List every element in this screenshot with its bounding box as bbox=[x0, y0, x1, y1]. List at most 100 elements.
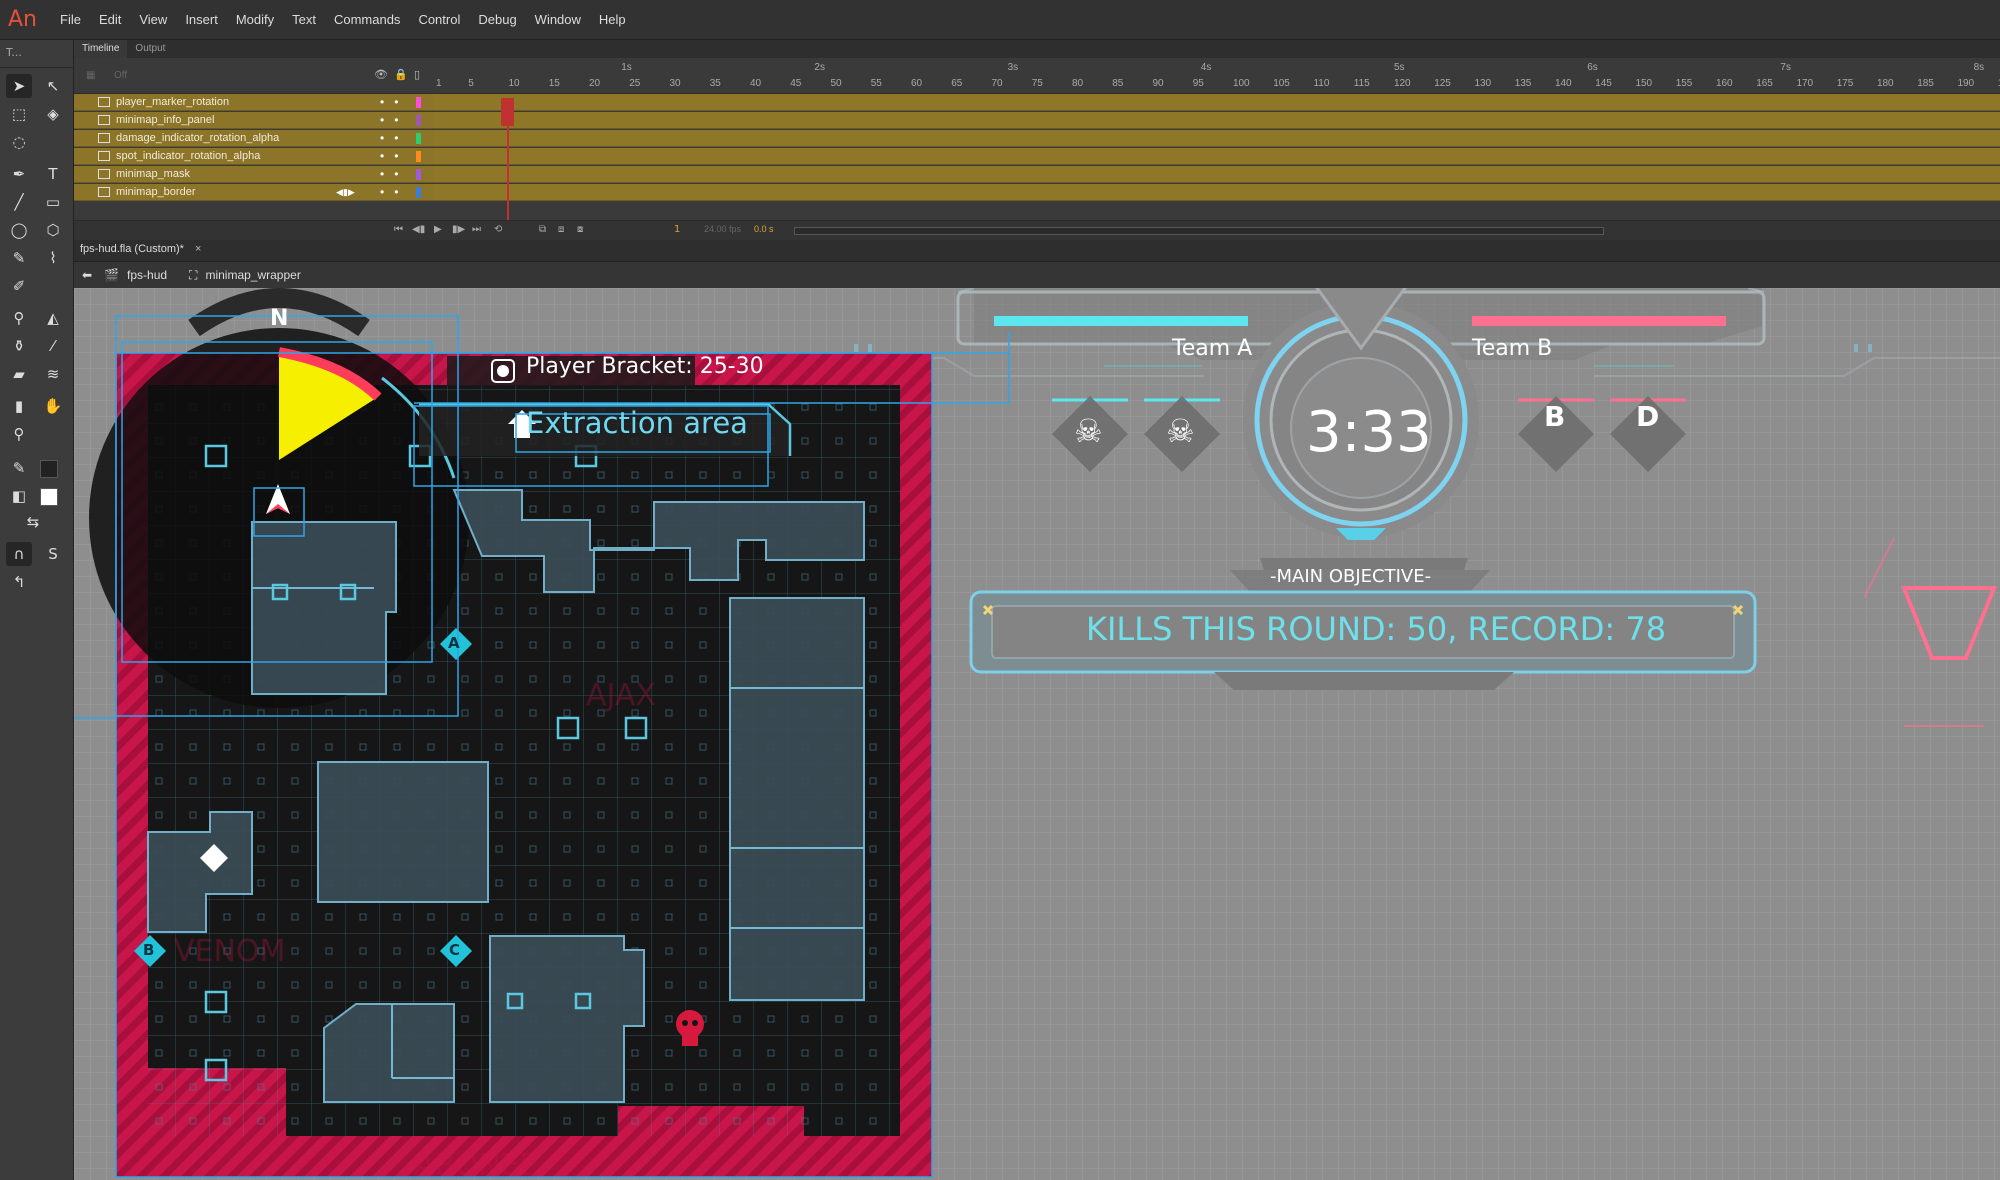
layer-outline-color[interactable] bbox=[416, 186, 421, 198]
3d-rotation-tool-icon[interactable]: ◈ bbox=[40, 102, 66, 126]
layer-outline-color[interactable] bbox=[416, 96, 421, 108]
layer-outline-color[interactable] bbox=[416, 150, 421, 162]
pen-tool-icon[interactable]: ✒ bbox=[6, 162, 32, 186]
layer-row[interactable]: spot_indicator_rotation_alpha •• bbox=[74, 148, 434, 165]
step-back-button[interactable]: ◀▮ bbox=[412, 224, 425, 235]
layer-row[interactable]: minimap_info_panel •• bbox=[74, 112, 434, 129]
stroke-color-icon[interactable]: ✎ bbox=[6, 456, 32, 480]
outline-all-icon[interactable]: ▯ bbox=[414, 68, 420, 81]
width-tool-icon[interactable]: ≋ bbox=[40, 362, 66, 386]
loop-button[interactable]: ⟲ bbox=[494, 224, 502, 235]
oval-tool-icon[interactable]: ◯ bbox=[6, 218, 32, 242]
bone-tool-icon[interactable]: ⚲ bbox=[6, 306, 32, 330]
layer-visibility-dots[interactable]: •• bbox=[380, 113, 408, 127]
subselection-tool-icon[interactable]: ↖ bbox=[40, 74, 66, 98]
polystar-tool-icon[interactable]: ⬡ bbox=[40, 218, 66, 242]
rectangle-tool-icon[interactable]: ▭ bbox=[40, 190, 66, 214]
eyedropper-tool-icon[interactable]: ⁄ bbox=[40, 334, 66, 358]
menu-insert[interactable]: Insert bbox=[176, 12, 227, 27]
tab-output[interactable]: Output bbox=[127, 40, 173, 58]
frame-row[interactable] bbox=[434, 94, 2000, 111]
frame-row[interactable] bbox=[434, 148, 2000, 165]
frame-row[interactable] bbox=[434, 184, 2000, 201]
paint-bucket-tool-icon[interactable]: ◭ bbox=[40, 306, 66, 330]
frame-row[interactable] bbox=[434, 112, 2000, 129]
lasso-tool-icon[interactable]: ◌ bbox=[6, 130, 32, 154]
pencil-tool-icon[interactable]: ✎ bbox=[6, 246, 32, 270]
menu-commands[interactable]: Commands bbox=[325, 12, 409, 27]
second-marker: 7s bbox=[1780, 62, 1791, 73]
text-tool-icon[interactable]: T bbox=[40, 162, 66, 186]
swap-colors-icon[interactable]: ⇆ bbox=[20, 510, 46, 534]
free-transform-tool-icon[interactable]: ⬚ bbox=[6, 102, 32, 126]
paint-brush-tool-icon[interactable]: ✐ bbox=[6, 274, 32, 298]
snap-to-objects-icon[interactable]: ∩ bbox=[6, 542, 32, 566]
current-frame-field[interactable]: 1 bbox=[674, 224, 680, 235]
show-hide-all-icon[interactable]: 👁 bbox=[374, 68, 388, 81]
frame-number: 55 bbox=[870, 78, 882, 89]
eraser-tool-icon[interactable]: ▰ bbox=[6, 362, 32, 386]
time-field[interactable]: 0.0 s bbox=[754, 224, 774, 234]
frame-row[interactable] bbox=[434, 130, 2000, 147]
fps-field[interactable]: 24.00 fps bbox=[704, 224, 741, 234]
ink-bottle-tool-icon[interactable]: ⚱ bbox=[6, 334, 32, 358]
brush-tool-icon[interactable]: ⌇ bbox=[40, 246, 66, 270]
smooth-icon[interactable]: S bbox=[40, 542, 66, 566]
layer-row[interactable]: damage_indicator_rotation_alpha •• bbox=[74, 130, 434, 147]
fill-color-icon[interactable]: ◧ bbox=[6, 484, 32, 508]
selection-tool-icon[interactable]: ➤ bbox=[6, 74, 32, 98]
menu-edit[interactable]: Edit bbox=[90, 12, 130, 27]
layer-outline-color[interactable] bbox=[416, 132, 421, 144]
menu-debug[interactable]: Debug bbox=[469, 12, 525, 27]
edit-multiple-button[interactable]: ⧇ bbox=[577, 224, 583, 235]
stroke-color-swatch[interactable] bbox=[40, 460, 58, 478]
menu-file[interactable]: File bbox=[51, 12, 90, 27]
layer-row[interactable]: minimap_border ◀▮▶ •• bbox=[74, 184, 434, 201]
layer-outline-color[interactable] bbox=[416, 114, 421, 126]
layer-row[interactable]: player_marker_rotation •• bbox=[74, 94, 434, 111]
tab-timeline[interactable]: Timeline bbox=[74, 40, 128, 58]
menu-view[interactable]: View bbox=[130, 12, 176, 27]
back-arrow-icon[interactable]: ⬅ bbox=[82, 268, 92, 282]
menu-help[interactable]: Help bbox=[590, 12, 635, 27]
menu-modify[interactable]: Modify bbox=[227, 12, 283, 27]
menu-control[interactable]: Control bbox=[409, 12, 469, 27]
fill-color-swatch[interactable] bbox=[40, 488, 58, 506]
layer-visibility-dots[interactable]: •• bbox=[380, 131, 408, 145]
last-frame-button[interactable]: ⏭ bbox=[472, 224, 481, 235]
zoom-tool-icon[interactable]: ⚲ bbox=[6, 422, 32, 446]
layer-icon bbox=[98, 97, 110, 107]
menu-text[interactable]: Text bbox=[283, 12, 325, 27]
play-button[interactable]: ▶ bbox=[434, 224, 442, 235]
hand-tool-icon[interactable]: ✋ bbox=[40, 394, 66, 418]
camera-tool-icon[interactable]: ▮ bbox=[6, 394, 32, 418]
document-tab[interactable]: fps-hud.fla (Custom)* × bbox=[80, 243, 201, 255]
layer-visibility-dots[interactable]: •• bbox=[380, 149, 408, 163]
menu-window[interactable]: Window bbox=[526, 12, 590, 27]
breadcrumb-symbol[interactable]: minimap_wrapper bbox=[205, 268, 300, 282]
layer-arrows-icon[interactable]: ◀▮▶ bbox=[336, 187, 355, 198]
playhead-handle[interactable] bbox=[501, 98, 514, 126]
layer-outline-color[interactable] bbox=[416, 168, 421, 180]
layer-visibility-dots[interactable]: •• bbox=[380, 95, 408, 109]
onion-outline-button[interactable]: ⧈ bbox=[558, 224, 564, 235]
layer-row[interactable]: minimap_mask •• bbox=[74, 166, 434, 183]
menu-bar: An File Edit View Insert Modify Text Com… bbox=[0, 0, 2000, 40]
player-bracket-label: Player Bracket: 25-30 bbox=[526, 354, 764, 379]
onion-skin-button[interactable]: ⧉ bbox=[539, 224, 546, 235]
layer-view-toggle-icon[interactable]: ▦ bbox=[86, 70, 95, 81]
marker-a-label: A bbox=[448, 634, 460, 652]
first-frame-button[interactable]: ⏮ bbox=[394, 224, 403, 235]
close-tab-icon[interactable]: × bbox=[195, 243, 201, 255]
frame-number: 185 bbox=[1917, 78, 1934, 89]
lock-all-icon[interactable]: 🔒 bbox=[394, 68, 408, 81]
timeline-scrollbar[interactable] bbox=[794, 227, 1604, 235]
step-forward-button[interactable]: ▮▶ bbox=[452, 224, 465, 235]
breadcrumb-scene[interactable]: fps-hud bbox=[127, 268, 167, 282]
frame-row[interactable] bbox=[434, 166, 2000, 183]
stage-canvas[interactable]: N Player Bracket: 25-30 Extraction area … bbox=[74, 288, 2000, 1180]
line-tool-icon[interactable]: ╱ bbox=[6, 190, 32, 214]
layer-visibility-dots[interactable]: •• bbox=[380, 185, 408, 199]
layer-visibility-dots[interactable]: •• bbox=[380, 167, 408, 181]
straighten-icon[interactable]: ↰ bbox=[6, 570, 32, 594]
